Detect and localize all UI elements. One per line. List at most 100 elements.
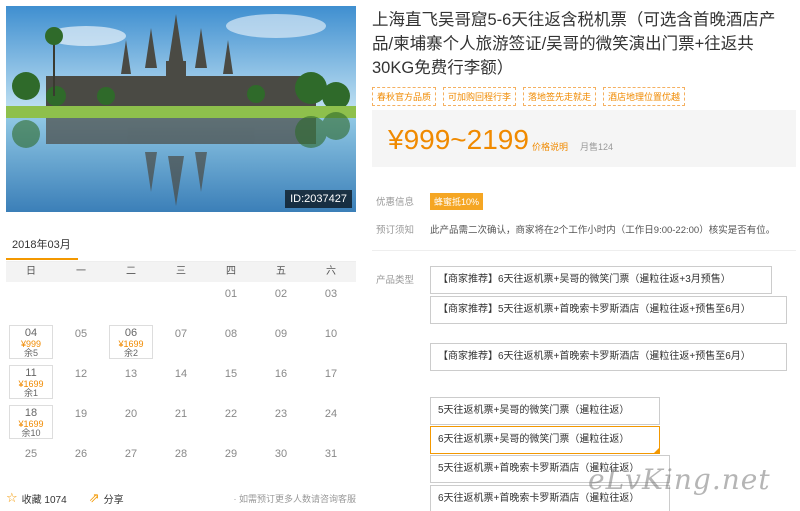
day-stock: 余10 (21, 427, 41, 438)
day-number: 11 (25, 367, 37, 379)
calendar-empty (156, 282, 206, 322)
calendar-day-13: 13 (106, 362, 156, 402)
day-number: 03 (324, 288, 338, 300)
calendar-empty (56, 282, 106, 322)
watermark: eLvKing.net (588, 463, 771, 496)
share-button[interactable]: 分享 (104, 491, 124, 506)
feature-tag: 酒店地理位置优越 (603, 87, 686, 106)
calendar-day-04[interactable]: 04 ¥999 余5 (9, 325, 53, 359)
calendar-day-16: 16 (256, 362, 306, 402)
day-number: 29 (224, 448, 238, 460)
calendar-day-05: 05 (56, 322, 106, 362)
promo-label: 优惠信息 (376, 197, 415, 208)
calendar-empty (6, 282, 56, 322)
calendar-empty (106, 282, 156, 322)
day-number: 07 (174, 328, 188, 340)
day-number: 27 (124, 448, 138, 460)
calendar-day-06[interactable]: 06 ¥1699 余2 (109, 325, 153, 359)
day-number: 10 (324, 328, 338, 340)
day-number: 17 (324, 368, 338, 380)
day-number: 09 (274, 328, 288, 340)
day-number: 24 (324, 408, 338, 420)
divider (372, 250, 796, 251)
calendar-month-tab[interactable]: 2018年03月 (6, 236, 78, 260)
option-1[interactable]: 【商家推荐】6天往返机票+吴哥的微笑门票（暹粒往返+3月预售） (430, 266, 772, 294)
day-number: 13 (124, 368, 138, 380)
day-number: 30 (274, 448, 288, 460)
day-number: 22 (224, 408, 238, 420)
day-number: 31 (324, 448, 338, 460)
star-icon[interactable]: ☆ (6, 490, 18, 506)
selected-corner-icon (653, 447, 660, 454)
feature-tag: 春秋官方品质 (372, 87, 437, 106)
product-page: ID:2037427 2018年03月 日一二三四五六 01 02 03 04 ¥999… (0, 0, 800, 511)
day-stock: 余5 (23, 347, 38, 358)
calendar-day-11[interactable]: 11 ¥1699 余1 (9, 365, 53, 399)
price-range: ¥999~2199 (388, 124, 529, 155)
day-number: 05 (74, 328, 88, 340)
option-2[interactable]: 【商家推荐】5天往返机票+首晚索卡罗斯酒店（暹粒往返+预售至6月） (430, 296, 787, 324)
day-number: 04 (24, 327, 38, 339)
option-5-label: 6天往返机票+吴哥的微笑门票（暹粒往返） (438, 434, 630, 445)
date-calendar: 日 一 二 三 四 五 六 01 02 03 04 ¥999 余5 05 06 ¥1699 余2 07 08 09 1… (6, 262, 356, 482)
day-number: 01 (224, 288, 238, 300)
calendar-day-08: 08 (206, 322, 256, 362)
day-number: 25 (24, 448, 38, 460)
share-icon[interactable]: ⇗ (89, 490, 100, 506)
day-number: 19 (74, 408, 88, 420)
option-3[interactable]: 【商家推荐】6天往返机票+首晚索卡罗斯酒店（暹粒往返+预售至6月） (430, 343, 787, 371)
calendar-day-24: 24 (306, 402, 356, 442)
calendar-day-15: 15 (206, 362, 256, 402)
day-number: 28 (174, 448, 188, 460)
contact-tip: · 如需预订更多人数请咨询客服 (233, 493, 357, 504)
calendar-day-27: 27 (106, 442, 156, 482)
monthly-sales: 月售124 (580, 142, 614, 152)
calendar-day-02: 02 (256, 282, 306, 322)
product-type-label: 产品类型 (376, 275, 415, 286)
calendar-day-25: 25 (6, 442, 56, 482)
feature-tag: 落地签先走就走 (523, 87, 597, 106)
calendar-day-21: 21 (156, 402, 206, 442)
feature-tag: 可加购回程行李 (443, 87, 517, 106)
calendar-day-19: 19 (56, 402, 106, 442)
calendar-day-03: 03 (306, 282, 356, 322)
weekday-2: 二 (126, 266, 136, 277)
calendar-day-30: 30 (256, 442, 306, 482)
calendar-day-31: 31 (306, 442, 356, 482)
calendar-day-17: 17 (306, 362, 356, 402)
price-explanation-link[interactable]: 价格说明 (532, 140, 568, 153)
weekday-6: 六 (326, 266, 336, 277)
calendar-day-20: 20 (106, 402, 156, 442)
day-number: 06 (124, 327, 138, 339)
calendar-day-18[interactable]: 18 ¥1699 余10 (9, 405, 53, 439)
angkor-wat-photo[interactable]: ID:2037427 (6, 6, 356, 212)
weekday-3: 三 (176, 266, 186, 277)
weekday-1: 一 (76, 266, 86, 277)
calendar-day-28: 28 (156, 442, 206, 482)
promo-badge: 蜂蜜抵10% (430, 193, 484, 210)
day-number: 23 (274, 408, 288, 420)
weekday-header: 日一二三四五六 (6, 262, 356, 282)
calendar-day-26: 26 (56, 442, 106, 482)
calendar-day-09: 09 (256, 322, 306, 362)
product-title: 上海直飞吴哥窟5-6天往返含税机票（可选含首晚酒店产品/柬埔寨个人旅游签证/吴哥… (372, 11, 776, 77)
calendar-day-29: 29 (206, 442, 256, 482)
day-number: 08 (224, 328, 238, 340)
option-5-selected[interactable]: 6天往返机票+吴哥的微笑门票（暹粒往返） (430, 426, 660, 454)
booking-notice: 此产品需二次确认，商家将在2个工作小时内（工作日9:00-22:00）核实是否有… (430, 225, 776, 236)
calendar-day-23: 23 (256, 402, 306, 442)
option-4[interactable]: 5天往返机票+吴哥的微笑门票（暹粒往返） (430, 397, 660, 425)
calendar-day-01: 01 (206, 282, 256, 322)
calendar-day-07: 07 (156, 322, 206, 362)
calendar-day-12: 12 (56, 362, 106, 402)
calendar-day-10: 10 (306, 322, 356, 362)
day-number: 26 (74, 448, 88, 460)
favorite-count[interactable]: 收藏 1074 (22, 491, 67, 506)
weekday-5: 五 (276, 266, 286, 277)
day-stock: 余2 (123, 347, 138, 358)
weekday-0: 日 (26, 266, 36, 277)
calendar-day-22: 22 (206, 402, 256, 442)
price-box: ¥999~2199 价格说明 月售124 (372, 110, 796, 167)
photo-id-badge: ID:2037427 (285, 190, 352, 208)
day-number: 21 (174, 408, 188, 420)
